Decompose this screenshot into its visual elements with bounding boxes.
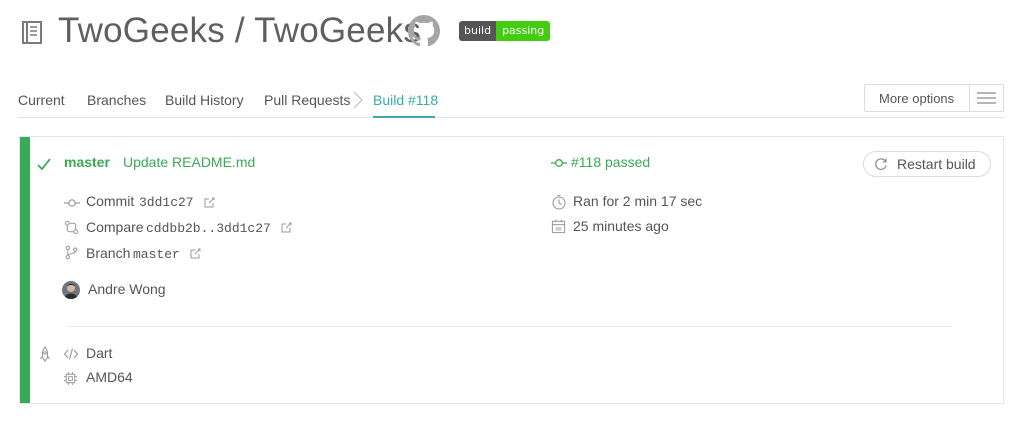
branch-link[interactable]: master — [133, 247, 180, 262]
compare-icon — [64, 220, 79, 235]
badge-right-label: passing — [496, 21, 551, 41]
passed-check-icon — [36, 156, 52, 172]
branch-icon — [64, 245, 79, 260]
repo-book-icon — [20, 20, 44, 46]
external-link-icon[interactable] — [281, 222, 292, 233]
arch-value: AMD64 — [86, 369, 133, 385]
more-options-button[interactable]: More options — [864, 84, 1004, 112]
repo-title[interactable]: TwoGeeks / TwoGeeks — [58, 9, 421, 53]
stopwatch-icon — [551, 194, 567, 210]
compare-label: Compare — [86, 219, 144, 235]
author-name: Andre Wong — [88, 281, 166, 297]
build-duration: Ran for 2 min 17 sec — [573, 193, 703, 209]
external-link-icon[interactable] — [204, 197, 215, 208]
commit-sha-link[interactable]: 3dd1c27 — [139, 195, 194, 210]
commit-icon — [64, 197, 80, 209]
tab-build-history[interactable]: Build History — [165, 92, 244, 108]
build-status-bar — [20, 137, 30, 403]
author-avatar — [62, 281, 80, 299]
commit-label: Commit — [86, 193, 135, 209]
hamburger-menu-icon[interactable] — [976, 91, 997, 105]
cpu-icon — [63, 371, 78, 386]
breadcrumb-chevron-icon — [352, 91, 364, 109]
restart-build-label: Restart build — [897, 156, 976, 172]
finished-time: 25 minutes ago — [573, 218, 669, 234]
language-value: Dart — [86, 345, 113, 361]
build-status-text[interactable]: #118 passed — [571, 154, 650, 170]
external-link-icon[interactable] — [190, 248, 201, 259]
restart-icon — [874, 157, 888, 171]
active-tab-underline — [373, 116, 435, 118]
github-icon[interactable] — [408, 15, 440, 47]
branch-label: Branch — [86, 245, 131, 261]
badge-left-label: build — [459, 21, 497, 41]
section-divider — [66, 326, 952, 327]
tab-active-build[interactable]: Build #118 — [373, 92, 438, 108]
restart-build-button[interactable]: Restart build — [863, 151, 991, 177]
compare-range-link[interactable]: cddbb2b..3dd1c27 — [146, 221, 271, 236]
tab-pull-requests[interactable]: Pull Requests — [264, 92, 350, 108]
build-commit-icon — [551, 157, 567, 169]
build-branch-name[interactable]: master — [64, 154, 110, 170]
language-config-icon — [38, 346, 52, 362]
more-options-label: More options — [879, 91, 955, 106]
build-card — [19, 136, 1004, 404]
commit-message[interactable]: Update README.md — [123, 154, 255, 170]
calendar-icon — [551, 219, 566, 234]
build-status-badge[interactable]: build passing — [459, 21, 551, 41]
tab-current[interactable]: Current — [18, 92, 65, 108]
tab-branches[interactable]: Branches — [87, 92, 146, 108]
more-options-separator — [969, 85, 970, 111]
tab-bar: Current Branches Build History Pull Requ… — [18, 84, 858, 118]
code-icon — [63, 347, 79, 361]
